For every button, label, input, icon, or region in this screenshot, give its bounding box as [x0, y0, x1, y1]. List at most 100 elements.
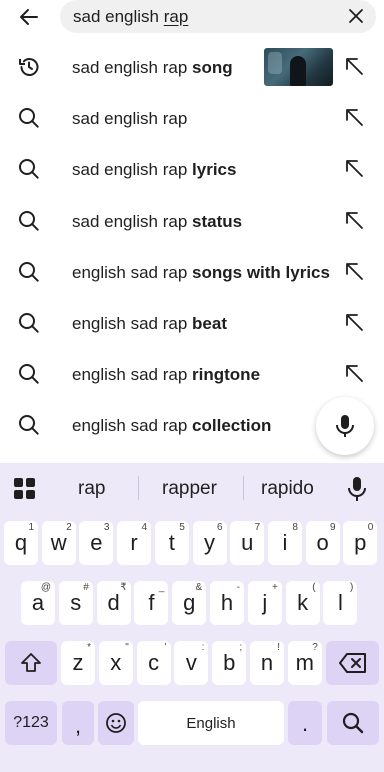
- fill-query-arrow-icon[interactable]: [343, 362, 365, 384]
- key-hint: *: [87, 642, 91, 653]
- key-a[interactable]: @ a: [21, 581, 55, 625]
- search-query: sad english rap: [73, 7, 189, 26]
- key-o[interactable]: 9o: [305, 521, 340, 565]
- key-f[interactable]: _ f: [134, 581, 169, 625]
- fill-query-arrow-icon[interactable]: [343, 311, 365, 333]
- suggestion-text: sad english rap song: [72, 58, 233, 77]
- mic-icon: [336, 415, 354, 437]
- fill-query-arrow-icon[interactable]: [343, 157, 365, 179]
- key-z[interactable]: * z: [61, 641, 95, 685]
- suggestion-list: sad english rap song sad english rap sad e…: [0, 42, 384, 452]
- key-l[interactable]: ) l: [323, 581, 358, 625]
- key-hint: 4: [141, 522, 148, 533]
- key-label: c: [148, 650, 160, 675]
- search-key[interactable]: [327, 701, 379, 745]
- key-hint: 0: [367, 522, 374, 533]
- key-s[interactable]: # s: [58, 581, 93, 625]
- key-b[interactable]: ; b: [212, 641, 247, 685]
- word-suggestion[interactable]: rapido: [261, 478, 314, 500]
- key-label: m: [295, 650, 314, 675]
- key-label: j: [262, 590, 268, 615]
- word-suggestion[interactable]: rap: [78, 478, 105, 500]
- suggestion-item[interactable]: sad english rap song: [0, 42, 384, 93]
- suggestion-item[interactable]: english sad rap beat: [0, 298, 384, 349]
- apps-grid-icon[interactable]: [14, 478, 36, 500]
- key-label: d: [107, 590, 120, 615]
- key-w[interactable]: 2w: [41, 521, 76, 565]
- search-icon: [19, 159, 39, 180]
- key-label: g: [183, 590, 196, 615]
- key-hint: ?: [312, 642, 318, 653]
- key-hint: ;: [239, 642, 243, 653]
- video-thumbnail[interactable]: [264, 48, 333, 86]
- key-hint: 3: [103, 522, 110, 533]
- key-label: v: [185, 650, 197, 675]
- fill-query-arrow-icon[interactable]: [343, 209, 365, 231]
- suggestion-text: english sad rap songs with lyrics: [72, 262, 330, 282]
- search-icon: [19, 415, 39, 436]
- divider: [138, 476, 139, 500]
- key-label: z: [72, 650, 84, 675]
- key-label: q: [14, 530, 28, 555]
- fill-query-arrow-icon[interactable]: [343, 55, 365, 77]
- word-suggestion[interactable]: rapper: [162, 478, 217, 500]
- suggestion-item[interactable]: sad english rap: [0, 93, 384, 144]
- key-label: b: [223, 650, 236, 675]
- suggestion-item[interactable]: sad english rap status: [0, 196, 384, 247]
- suggestion-item[interactable]: english sad rap ringtone: [0, 349, 384, 400]
- shift-icon: [21, 653, 41, 672]
- suggestion-item[interactable]: sad english rap lyrics: [0, 144, 384, 195]
- key-hint: -: [236, 582, 240, 593]
- emoji-key[interactable]: [98, 701, 134, 745]
- key-c[interactable]: ' c: [136, 641, 171, 685]
- fill-query-arrow-icon[interactable]: [343, 260, 365, 282]
- key-r[interactable]: 4r: [117, 521, 152, 565]
- key-k[interactable]: (k: [285, 581, 320, 625]
- backspace-key[interactable]: [326, 641, 379, 685]
- key-e[interactable]: 3e: [79, 521, 114, 565]
- key-v[interactable]: :v: [174, 641, 209, 685]
- key-t[interactable]: 5t: [154, 521, 189, 565]
- key-g[interactable]: & g: [172, 581, 207, 625]
- key-hint: 5: [179, 522, 185, 533]
- keyboard-mic-icon[interactable]: [345, 476, 369, 502]
- key-label: u: [241, 530, 254, 555]
- key-x[interactable]: " x: [98, 641, 133, 685]
- key-hint: 6: [216, 522, 223, 533]
- search-input[interactable]: sad english rap: [60, 0, 376, 33]
- search-icon: [19, 261, 39, 282]
- key-label: l: [337, 590, 343, 615]
- key-h[interactable]: -h: [210, 581, 244, 625]
- key-n[interactable]: ! n: [250, 641, 284, 685]
- key-hint: ': [164, 642, 167, 653]
- fill-query-arrow-icon[interactable]: [343, 106, 365, 128]
- shift-key[interactable]: [5, 641, 57, 685]
- key-label: p: [354, 530, 367, 555]
- divider: [243, 476, 244, 500]
- key-j[interactable]: + j: [247, 581, 282, 625]
- key-d[interactable]: ₹ d: [96, 581, 131, 625]
- key-q[interactable]: 1q: [4, 521, 38, 565]
- key-y[interactable]: 6y: [192, 521, 227, 565]
- key-label: i: [282, 530, 288, 555]
- search-icon: [342, 712, 364, 734]
- key-u[interactable]: 7u: [230, 521, 265, 565]
- voice-search-button[interactable]: [316, 397, 374, 455]
- suggestion-text: english sad rap collection: [72, 416, 272, 436]
- symbols-key[interactable]: ?123: [5, 701, 57, 745]
- key-label: k: [297, 590, 309, 615]
- comma-key[interactable]: ,: [62, 701, 94, 745]
- clear-search-button[interactable]: [344, 4, 368, 28]
- key-i[interactable]: 8i: [267, 521, 302, 565]
- key-label: h: [220, 590, 234, 615]
- suggestion-item[interactable]: english sad rap songs with lyrics: [0, 247, 384, 298]
- key-m[interactable]: ? m: [287, 641, 322, 685]
- key-hint: ": [125, 642, 129, 653]
- period-key[interactable]: .: [288, 701, 322, 745]
- key-label: y: [204, 530, 215, 555]
- space-bar[interactable]: English: [138, 701, 284, 745]
- search-header: sad english rap: [0, 0, 384, 36]
- back-button[interactable]: [14, 2, 44, 32]
- key-p[interactable]: 0p: [343, 521, 378, 565]
- on-screen-keyboard: rap rapper rapido 1 q 2 w 3 e 4 r 5 t 6 y 7 u 8 i 9 o 0 p @ a…: [0, 463, 384, 772]
